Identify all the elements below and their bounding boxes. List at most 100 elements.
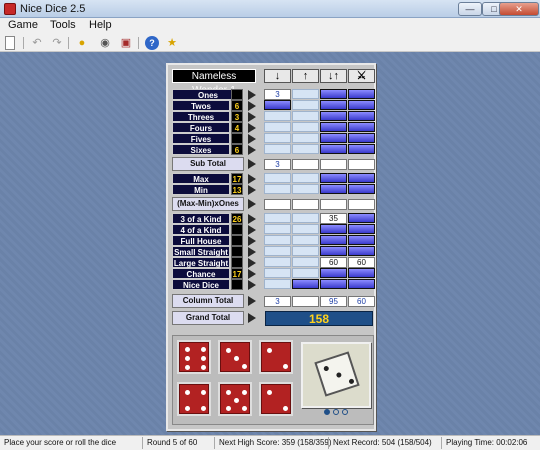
score-slot-twos-col1[interactable]: [264, 100, 291, 110]
roll-button[interactable]: [301, 342, 371, 408]
status-high-score: Next High Score: 359 (158/359): [219, 438, 332, 447]
die-pip: [185, 356, 190, 361]
column-total-col2: [292, 296, 319, 307]
score-slot-three-kind-col4[interactable]: [348, 213, 375, 223]
score-slot-nice-dice-col4[interactable]: [348, 279, 375, 289]
column-header-down[interactable]: ↓: [264, 69, 291, 83]
menu-bar: Game Tools Help: [0, 18, 540, 34]
score-slot-nice-dice-col2[interactable]: [292, 279, 319, 289]
sound-icon[interactable]: ◉: [98, 36, 112, 50]
column-header-any[interactable]: ↓↑: [320, 69, 347, 83]
row-label-subtotal: Sub Total: [172, 157, 244, 171]
die-pip: [234, 356, 239, 361]
empty-slot: [264, 257, 291, 267]
row-arrow: [248, 90, 256, 100]
potential-score: 17: [231, 268, 243, 279]
subtotal-col4: [348, 159, 375, 170]
potential-score: 6: [231, 144, 243, 155]
score-slot-nice-dice-col3[interactable]: [320, 279, 347, 289]
die-pip: [201, 390, 206, 395]
undo-icon[interactable]: ↶: [30, 36, 44, 50]
subtotal-col3: [320, 159, 347, 170]
column-total-col1: 3: [264, 296, 291, 307]
score-slot-small-straight-col4[interactable]: [348, 246, 375, 256]
redo-icon[interactable]: ↷: [50, 36, 64, 50]
score-slot-max-col3[interactable]: [320, 173, 347, 183]
die-6[interactable]: [259, 382, 293, 416]
score-slot-fours-col4[interactable]: [348, 122, 375, 132]
maxmin-col3: [320, 199, 347, 210]
score-slot-full-house-col4[interactable]: [348, 235, 375, 245]
empty-slot: [292, 268, 319, 278]
row-arrow: [248, 225, 256, 235]
empty-slot: [264, 111, 291, 121]
row-label-column-total: Column Total: [172, 294, 244, 308]
die-pip: [226, 390, 231, 395]
score-slot-twos-col3[interactable]: [320, 100, 347, 110]
new-icon[interactable]: [5, 36, 15, 50]
score-slot-full-house-col3[interactable]: [320, 235, 347, 245]
maxmin-col4: [348, 199, 375, 210]
empty-slot: [264, 173, 291, 183]
score-slot-fours-col3[interactable]: [320, 122, 347, 132]
roll-dice-pip: [348, 378, 355, 385]
empty-slot: [264, 184, 291, 194]
empty-slot: [264, 279, 291, 289]
close-button[interactable]: ✕: [499, 2, 539, 16]
score-slot-threes-col4[interactable]: [348, 111, 375, 121]
potential-score: [231, 133, 243, 144]
die-3[interactable]: [259, 340, 293, 374]
score-slot-threes-col3[interactable]: [320, 111, 347, 121]
score-slot-ones-col4[interactable]: [348, 89, 375, 99]
score-slot-sixes-col4[interactable]: [348, 144, 375, 154]
die-pip: [201, 406, 206, 411]
empty-slot: [264, 235, 291, 245]
menu-help[interactable]: Help: [89, 19, 112, 31]
score-slot-twos-col4[interactable]: [348, 100, 375, 110]
score-slot-four-kind-col4[interactable]: [348, 224, 375, 234]
die-5[interactable]: [218, 382, 252, 416]
roll-indicator: [324, 409, 330, 415]
potential-score: [231, 235, 243, 246]
die-pip: [201, 365, 206, 370]
score-slot-chance-col4[interactable]: [348, 268, 375, 278]
score-slot-four-kind-col3[interactable]: [320, 224, 347, 234]
empty-slot: [292, 144, 319, 154]
hint-icon[interactable]: ●: [75, 36, 89, 50]
about-icon[interactable]: ★: [165, 36, 179, 50]
die-pip: [283, 364, 288, 369]
score-slot-max-col4[interactable]: [348, 173, 375, 183]
scores-icon[interactable]: ▣: [119, 36, 133, 50]
toolbar-separator: [138, 37, 139, 49]
row-arrow: [248, 214, 256, 224]
window-title: Nice Dice 2.5: [20, 3, 86, 15]
maxmin-col1: [264, 199, 291, 210]
menu-game[interactable]: Game: [8, 19, 38, 31]
minimize-button[interactable]: —: [458, 2, 482, 16]
column-header-up[interactable]: ↑: [292, 69, 319, 83]
menu-tools[interactable]: Tools: [50, 19, 76, 31]
potential-score: 13: [231, 184, 243, 195]
score-slot-min-col4[interactable]: [348, 184, 375, 194]
score-slot-ones-col3[interactable]: [320, 89, 347, 99]
score-slot-sixes-col3[interactable]: [320, 144, 347, 154]
subtotal-col1: 3: [264, 159, 291, 170]
row-label-small-straight: Small Straight: [172, 246, 230, 257]
potential-score: 26: [231, 213, 243, 224]
toolbar-separator: [23, 37, 24, 49]
die-2[interactable]: [218, 340, 252, 374]
empty-slot: [264, 224, 291, 234]
score-slot-min-col3[interactable]: [320, 184, 347, 194]
status-separator: [142, 437, 143, 449]
status-message: Place your score or roll the dice: [4, 438, 117, 447]
row-arrow: [248, 313, 256, 323]
column-header-call[interactable]: ⚔: [348, 69, 375, 83]
die-4[interactable]: [177, 382, 211, 416]
help-icon[interactable]: ?: [145, 36, 159, 50]
score-slot-small-straight-col3[interactable]: [320, 246, 347, 256]
score-slot-fives-col4[interactable]: [348, 133, 375, 143]
status-round: Round 5 of 60: [147, 438, 198, 447]
die-1[interactable]: [177, 340, 211, 374]
score-slot-chance-col3[interactable]: [320, 268, 347, 278]
score-slot-fives-col3[interactable]: [320, 133, 347, 143]
